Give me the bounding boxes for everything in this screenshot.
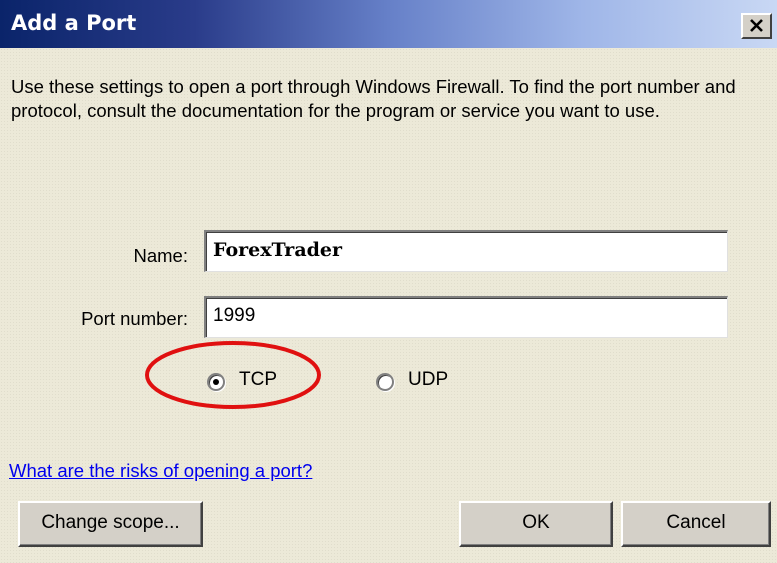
change-scope-button[interactable]: Change scope... xyxy=(18,501,203,547)
port-number-label: Port number: xyxy=(81,308,188,329)
title-bar: Add a Port xyxy=(0,0,777,48)
ok-button[interactable]: OK xyxy=(459,501,613,547)
cancel-button[interactable]: Cancel xyxy=(621,501,771,547)
tcp-radio-circle[interactable] xyxy=(207,373,225,391)
udp-radio-label[interactable]: UDP xyxy=(408,369,448,391)
port-number-input[interactable]: 1999 xyxy=(204,296,728,338)
name-label: Name: xyxy=(133,245,189,266)
risks-help-link[interactable]: What are the risks of opening a port? xyxy=(9,460,312,482)
radio-selected-dot xyxy=(213,379,219,385)
highlight-ellipse xyxy=(145,341,321,409)
tcp-radio-label[interactable]: TCP xyxy=(239,369,277,391)
name-input[interactable]: ForexTrader xyxy=(204,230,728,272)
udp-radio-circle[interactable] xyxy=(376,373,394,391)
instructions-text: Use these settings to open a port throug… xyxy=(11,76,736,121)
close-button[interactable] xyxy=(741,13,772,39)
window-title: Add a Port xyxy=(11,11,137,35)
close-icon xyxy=(750,19,763,32)
add-port-dialog: Add a Port Use these settings to open a … xyxy=(0,0,777,563)
